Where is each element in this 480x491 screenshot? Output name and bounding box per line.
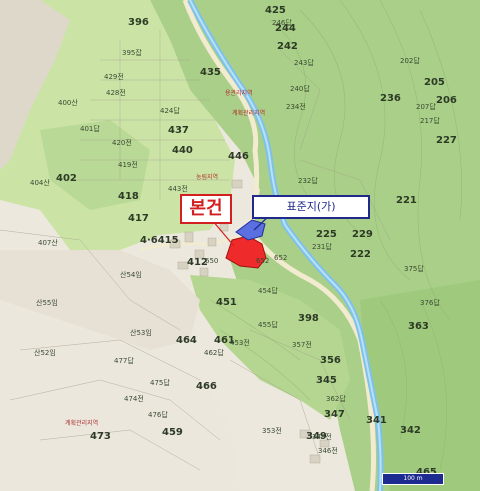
parcel-number: 650 bbox=[205, 257, 219, 265]
parcel-number: 419전 bbox=[118, 161, 138, 169]
parcel-number: 356 bbox=[320, 355, 341, 366]
parcel-number: 347 bbox=[324, 409, 345, 420]
parcel-number: 454답 bbox=[258, 287, 278, 295]
parcel-number: 420전 bbox=[112, 139, 132, 147]
parcel-number: 396 bbox=[128, 17, 149, 28]
parcel-number: 229 bbox=[352, 229, 373, 240]
parcel-number: 243답 bbox=[294, 59, 314, 67]
parcel-number: 206 bbox=[436, 95, 457, 106]
parcel-number: 443전 bbox=[168, 185, 188, 193]
parcel-number: 466 bbox=[196, 381, 217, 392]
parcel-number: 435 bbox=[200, 67, 221, 78]
parcel-number: 375답 bbox=[404, 265, 424, 273]
parcel-number: 401답 bbox=[80, 125, 100, 133]
parcel-number: 240답 bbox=[290, 85, 310, 93]
parcel-number: 357전 bbox=[292, 341, 312, 349]
parcel-number: 산52임 bbox=[34, 349, 56, 357]
zone-label: 계획관리지역 bbox=[65, 420, 99, 427]
parcel-number: 455답 bbox=[258, 321, 278, 329]
parcel-number: 462답 bbox=[204, 349, 224, 357]
parcel-number: 353전 bbox=[262, 427, 282, 435]
parcel-number: 345 bbox=[316, 375, 337, 386]
parcel-number: 363 bbox=[408, 321, 429, 332]
parcel-number: 산55임 bbox=[36, 299, 58, 307]
parcel-number: 342 bbox=[400, 425, 421, 436]
parcel-number: 418 bbox=[118, 191, 139, 202]
parcel-number: 476답 bbox=[148, 411, 168, 419]
parcel-number: 417 bbox=[128, 213, 149, 224]
parcel-number: 398 bbox=[298, 313, 319, 324]
parcel-number: 446 bbox=[228, 151, 249, 162]
parcel-number: 346전 bbox=[318, 447, 338, 455]
parcel-number: 400산 bbox=[58, 99, 78, 107]
parcel-number: 산54임 bbox=[120, 271, 142, 279]
parcel-number: 428전 bbox=[106, 89, 126, 97]
parcel-number: 234전 bbox=[286, 103, 306, 111]
parcel-number: 225 bbox=[316, 229, 337, 240]
parcel-number: 404산 bbox=[30, 179, 50, 187]
parcel-number: 207답 bbox=[416, 103, 436, 111]
parcel-number: 459 bbox=[162, 427, 183, 438]
parcel-number: 451 bbox=[216, 297, 237, 308]
parcel-number: 376답 bbox=[420, 299, 440, 307]
parcel-number: 242 bbox=[277, 41, 298, 52]
parcel-number: 217답 bbox=[420, 117, 440, 125]
parcel-number: 437 bbox=[168, 125, 189, 136]
parcel-number: 477답 bbox=[114, 357, 134, 365]
parcel-number: 395잡 bbox=[122, 49, 142, 57]
parcel-number: 429전 bbox=[104, 73, 124, 81]
parcel-number: 362답 bbox=[326, 395, 346, 403]
parcel-number: 652 bbox=[256, 257, 270, 265]
parcel-number: 232답 bbox=[298, 177, 318, 185]
zone-label: 용관리지역 bbox=[225, 90, 253, 97]
reference-callout: 표준지(가) bbox=[252, 195, 370, 219]
parcel-number: 231답 bbox=[312, 243, 332, 251]
scale-bar: 100 m bbox=[382, 473, 444, 485]
parcel-number: 341 bbox=[366, 415, 387, 426]
parcel-number: 산53임 bbox=[130, 329, 152, 337]
parcel-number: 202답 bbox=[400, 57, 420, 65]
parcel-number: 474전 bbox=[124, 395, 144, 403]
map-view[interactable]: 396 425 244 435 242 205 236 206 437 440 446 402 418 4… bbox=[0, 0, 480, 491]
parcel-number: 402 bbox=[56, 173, 77, 184]
parcel-number: 222 bbox=[350, 249, 371, 260]
zone-label: 농림지역 bbox=[196, 174, 219, 181]
parcel-number: 227 bbox=[436, 135, 457, 146]
parcel-number: 236 bbox=[380, 93, 401, 104]
parcel-number: 440 bbox=[172, 145, 193, 156]
parcel-number: 473 bbox=[90, 431, 111, 442]
parcel-number: 464 bbox=[176, 335, 197, 346]
parcel-number: 348전 bbox=[312, 433, 332, 441]
parcel-number: 425 bbox=[265, 5, 286, 16]
parcel-number: 475답 bbox=[150, 379, 170, 387]
parcel-number: 246답 bbox=[272, 19, 292, 27]
parcel-number: 205 bbox=[424, 77, 445, 88]
subject-callout: 본건 bbox=[180, 194, 232, 224]
parcel-number: 453전 bbox=[230, 339, 250, 347]
parcel-number: 407산 bbox=[38, 239, 58, 247]
parcel-number: 4·6415 bbox=[140, 235, 179, 246]
zone-label: 계획관리지역 bbox=[232, 110, 266, 117]
parcel-number: 424답 bbox=[160, 107, 180, 115]
parcel-number: 652 bbox=[274, 254, 288, 262]
parcel-number: 221 bbox=[396, 195, 417, 206]
